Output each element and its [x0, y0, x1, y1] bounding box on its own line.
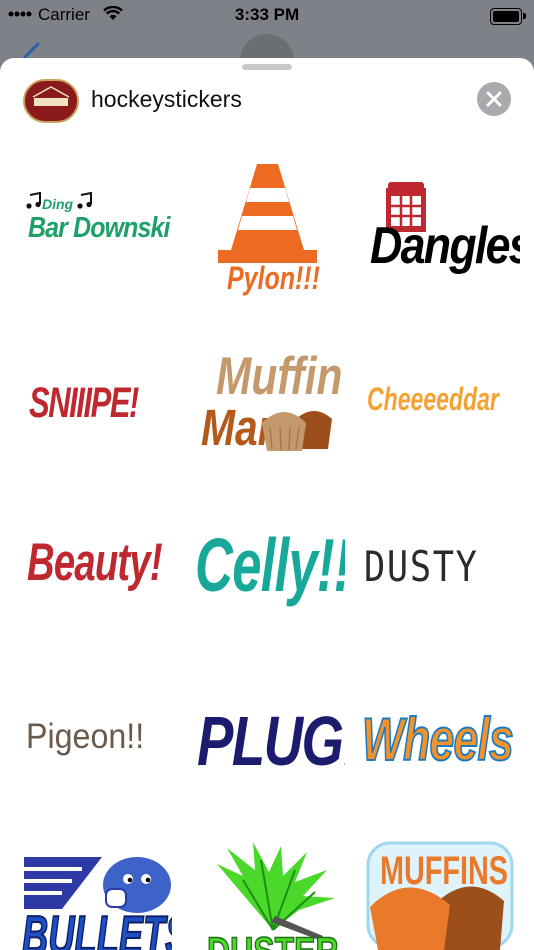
sticker-wheels[interactable]: Wheels — [358, 702, 523, 782]
muffin-line1-label: Muffin — [216, 348, 341, 406]
cheddar-label: Cheeeeddar — [367, 381, 499, 417]
sticker-pigeon[interactable]: Pigeon!! — [22, 713, 172, 763]
dangles-label: Dangles — [370, 217, 520, 275]
ding-label: Ding — [42, 196, 74, 212]
beauty-label: Beauty! — [27, 533, 163, 592]
dusters-label: DUSTERS — [206, 931, 338, 950]
close-button[interactable] — [477, 82, 511, 116]
sticker-muffin-man[interactable]: Muffin Man — [196, 348, 341, 458]
sticker-snipe[interactable]: SNIIIPE! — [25, 378, 175, 434]
pigeon-label: Pigeon!! — [26, 717, 145, 756]
app-name: hockeystickers — [91, 86, 242, 112]
sheet-grabber[interactable] — [242, 64, 292, 70]
sticker-bullets[interactable]: BULLETS — [22, 853, 172, 950]
clock: 3:33 PM — [234, 5, 300, 24]
pylon-label: Pylon!!! — [227, 260, 320, 296]
sticker-sheet: hockeystickers Ding Bar Downski Pylon!!! — [0, 58, 534, 950]
music-note-icon — [26, 192, 41, 209]
sheet-header: hockeystickers — [0, 76, 534, 126]
sticker-dusters[interactable]: DUSTERS — [203, 840, 338, 950]
plug-label: PLUG! — [197, 702, 345, 780]
wheels-label: Wheels — [361, 706, 514, 773]
traffic-cone-icon — [218, 164, 317, 263]
feather-duster-icon — [217, 842, 335, 940]
sticker-bar-downski[interactable]: Ding Bar Downski — [20, 188, 180, 258]
battery-icon — [490, 8, 526, 25]
sticker-dusty[interactable]: DUSTY — [360, 540, 520, 600]
celly-label: Celly!! — [195, 523, 345, 607]
status-bar: Carrier 3:33 PM — [0, 0, 534, 30]
compose-icon — [23, 42, 40, 59]
close-icon — [486, 91, 502, 107]
sticker-cheddar[interactable]: Cheeeeddar — [362, 378, 512, 428]
sticker-muffins[interactable]: MUFFINS — [362, 841, 520, 950]
muffin-icon — [262, 411, 332, 451]
music-note-icon — [77, 192, 92, 209]
dusty-label: DUSTY — [364, 542, 479, 591]
bar-downski-label: Bar Downski — [28, 212, 170, 244]
app-icon — [23, 79, 79, 123]
snipe-label: SNIIIPE! — [29, 379, 139, 427]
sticker-celly[interactable]: Celly!! — [193, 520, 345, 612]
sticker-dangles[interactable]: Dangles — [360, 178, 520, 288]
sticker-beauty[interactable]: Beauty! — [25, 530, 175, 600]
bullets-label: BULLETS — [22, 904, 172, 950]
muffins-label: MUFFINS — [380, 849, 508, 893]
sticker-pylon[interactable]: Pylon!!! — [205, 158, 330, 300]
sticker-plug[interactable]: PLUG! — [195, 698, 345, 784]
